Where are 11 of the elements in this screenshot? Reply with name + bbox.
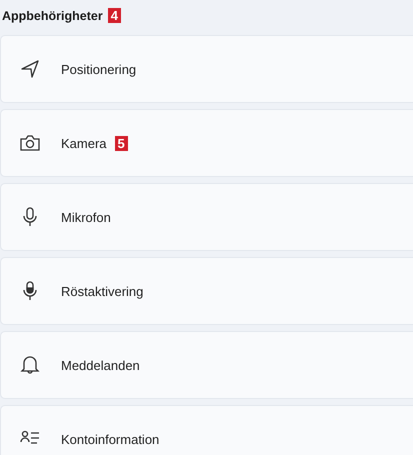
bell-icon <box>19 354 41 376</box>
number-badge: 4 <box>108 8 121 23</box>
settings-item[interactable]: Positionering <box>0 35 413 103</box>
settings-item[interactable]: Röstaktivering <box>0 257 413 325</box>
settings-item[interactable]: Kontoinformation <box>0 405 413 455</box>
section-title: Appbehörigheter <box>2 8 103 22</box>
settings-item[interactable]: Kamera 5 <box>0 109 413 177</box>
settings-item[interactable]: Meddelanden <box>0 331 413 399</box>
number-badge: 5 <box>114 136 128 150</box>
settings-item[interactable]: Mikrofon <box>0 183 413 251</box>
navigation-arrow-icon <box>19 58 41 80</box>
